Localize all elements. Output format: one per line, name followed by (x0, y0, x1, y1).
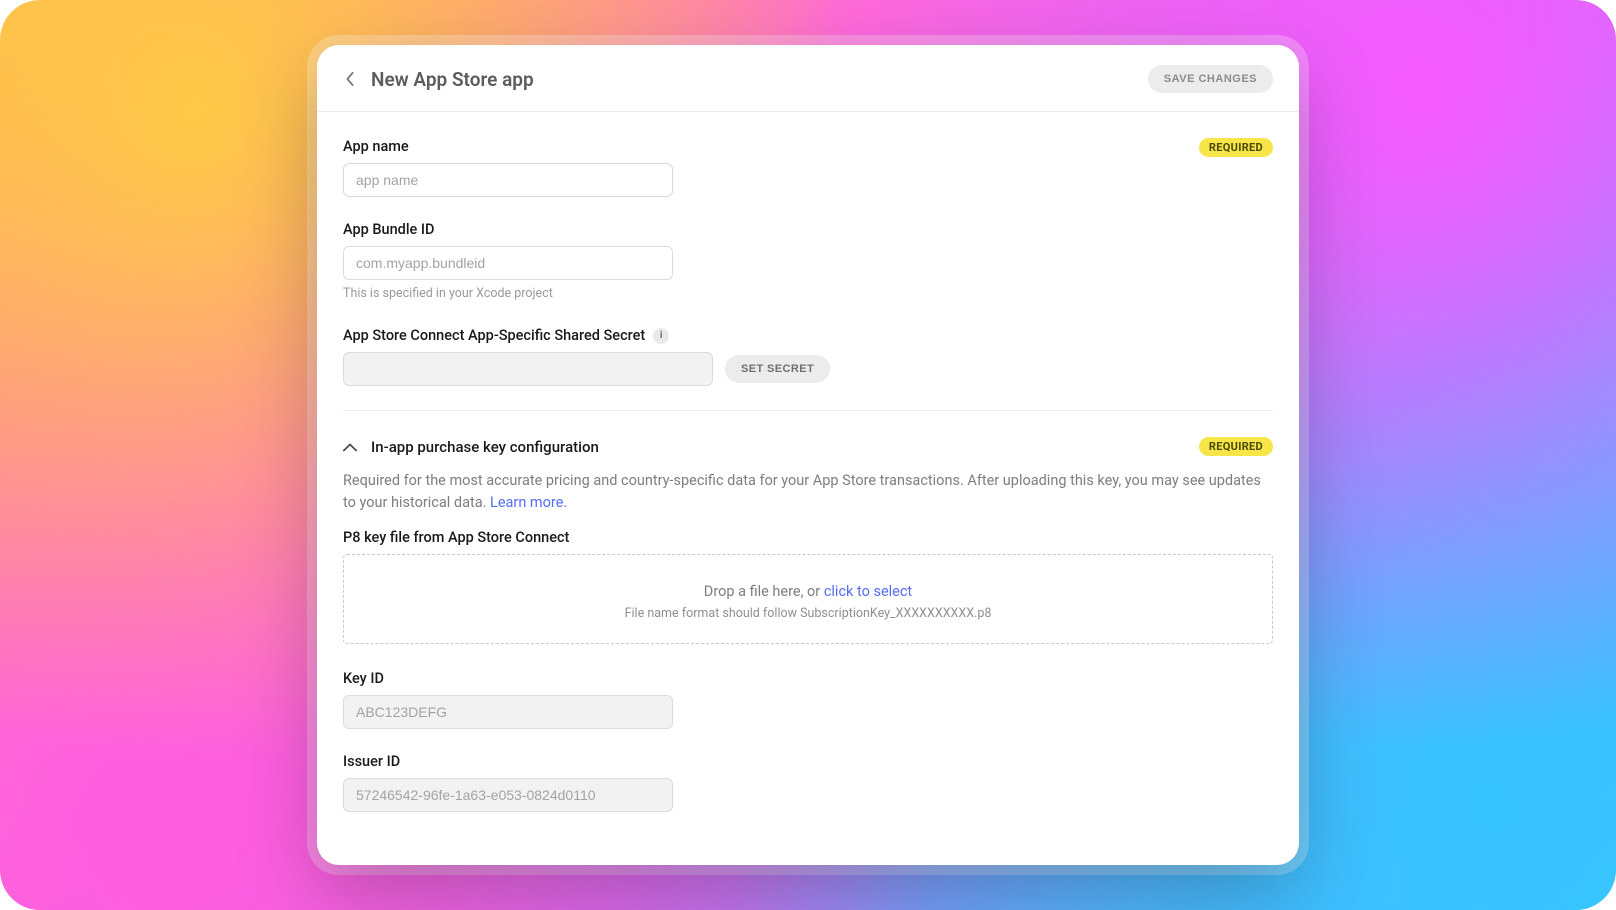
bundle-id-helper: This is specified in your Xcode project (343, 286, 1273, 301)
p8-dropzone[interactable]: Drop a file here, or click to select Fil… (343, 554, 1273, 644)
key-id-label: Key ID (343, 670, 1273, 687)
page-title: New App Store app (371, 68, 534, 91)
gradient-background: New App Store app SAVE CHANGES App name … (0, 0, 1616, 910)
card-header: New App Store app SAVE CHANGES (317, 45, 1299, 112)
app-name-label: App name (343, 138, 409, 155)
learn-more-link[interactable]: Learn more. (490, 494, 567, 511)
issuer-id-label: Issuer ID (343, 753, 1273, 770)
section-header: In-app purchase key configuration REQUIR… (343, 437, 1273, 456)
key-id-input[interactable] (343, 695, 673, 729)
dropzone-format-hint: File name format should follow Subscript… (354, 606, 1262, 621)
field-shared-secret: App Store Connect App-Specific Shared Se… (343, 325, 1273, 386)
form-card: New App Store app SAVE CHANGES App name … (317, 45, 1299, 865)
section-divider (343, 410, 1273, 411)
issuer-id-input[interactable] (343, 778, 673, 812)
section-description: Required for the most accurate pricing a… (343, 470, 1273, 515)
save-changes-button[interactable]: SAVE CHANGES (1148, 65, 1273, 93)
info-icon[interactable]: i (653, 328, 669, 344)
chevron-left-icon (344, 72, 356, 86)
required-badge: REQUIRED (1199, 437, 1273, 456)
collapse-toggle[interactable] (343, 442, 357, 452)
shared-secret-input[interactable] (343, 352, 713, 386)
field-app-name: App name REQUIRED (343, 138, 1273, 197)
section-title: In-app purchase key configuration (371, 438, 599, 456)
bundle-id-input[interactable] (343, 246, 673, 280)
set-secret-button[interactable]: SET SECRET (725, 355, 830, 383)
field-issuer-id: Issuer ID (343, 753, 1273, 812)
bundle-id-label: App Bundle ID (343, 221, 1273, 238)
field-bundle-id: App Bundle ID This is specified in your … (343, 221, 1273, 301)
back-button[interactable] (339, 68, 361, 90)
field-key-id: Key ID (343, 670, 1273, 729)
shared-secret-label: App Store Connect App-Specific Shared Se… (343, 327, 645, 344)
p8-label: P8 key file from App Store Connect (343, 529, 1273, 546)
chevron-up-icon (343, 442, 357, 452)
app-name-input[interactable] (343, 163, 673, 197)
form-content: App name REQUIRED App Bundle ID This is … (317, 112, 1299, 865)
required-badge: REQUIRED (1199, 138, 1273, 157)
dropzone-text: Drop a file here, or click to select (354, 583, 1262, 600)
click-to-select-link[interactable]: click to select (824, 583, 912, 600)
